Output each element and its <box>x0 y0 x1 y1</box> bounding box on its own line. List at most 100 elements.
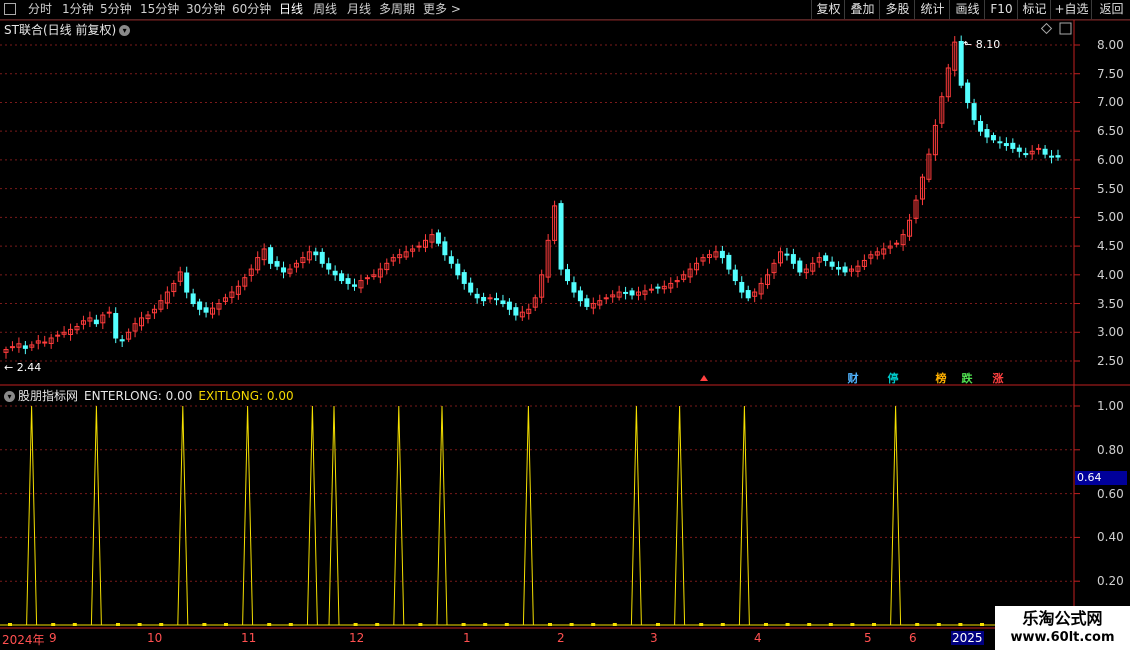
enterlong-spike <box>328 405 340 626</box>
candle-body <box>790 254 796 264</box>
date-label: 12 <box>349 631 365 645</box>
enterlong-spike <box>674 405 686 626</box>
candle-body <box>197 301 203 310</box>
indicator-tick-label: 0.60 <box>1097 486 1124 501</box>
candle-body <box>739 281 745 293</box>
date-label: 6 <box>909 631 917 645</box>
price-tick-label: 8.00 <box>1097 38 1124 52</box>
candle-body <box>1042 148 1048 155</box>
candle-body <box>106 311 112 314</box>
price-tick-label: 6.50 <box>1097 124 1124 139</box>
candle-body <box>978 121 984 132</box>
exitlong-value: EXITLONG: 0.00 <box>198 389 294 403</box>
watermark: 乐淘公式网 www.60lt.com <box>995 606 1130 650</box>
indicator-title: ▾ 股朋指标网 ENTERLONG: 0.00 EXITLONG: 0.00 <box>4 387 294 404</box>
candle-body <box>339 273 345 282</box>
candle-body <box>500 300 506 305</box>
indicator-tick-label: 0.80 <box>1097 442 1124 457</box>
candle-body <box>332 270 338 276</box>
enterlong-spike <box>26 405 38 626</box>
candle-body <box>119 339 125 342</box>
candle-body <box>1036 147 1042 150</box>
candle-body <box>513 307 519 316</box>
candle-body <box>448 256 454 264</box>
candle-body <box>584 298 590 307</box>
candle-body <box>468 282 474 293</box>
watermark-title: 乐淘公式网 <box>1022 609 1103 628</box>
enterlong-spike <box>890 405 902 626</box>
candle-body <box>629 290 635 296</box>
indicator-name: 股朋指标网 <box>18 389 79 403</box>
price-tick-label: 4.00 <box>1097 267 1124 282</box>
candle-body <box>797 260 803 273</box>
candle-body <box>313 251 319 256</box>
date-label: 10 <box>147 631 163 645</box>
candle-body <box>558 203 564 270</box>
indicator-tick-label: 0.40 <box>1097 530 1124 545</box>
event-marker[interactable]: 财 <box>846 370 860 386</box>
chart-canvas[interactable] <box>0 0 1130 650</box>
event-marker[interactable]: 榜 <box>934 370 948 386</box>
candle-body <box>55 334 61 337</box>
date-label: 9 <box>49 631 57 645</box>
candle-body <box>842 266 848 273</box>
chevron-down-icon[interactable]: ▾ <box>4 391 15 402</box>
candle-body <box>823 255 829 261</box>
event-marker[interactable]: 停 <box>886 370 900 386</box>
candle-body <box>894 242 900 245</box>
enterlong-spike <box>306 405 318 626</box>
price-tick-label: 6.00 <box>1097 152 1124 167</box>
price-tick-label: 7.00 <box>1097 95 1124 110</box>
indicator-tick-label: 0.20 <box>1097 574 1124 589</box>
candle-body <box>732 269 738 282</box>
up-arrow-icon <box>700 375 708 381</box>
candle-body <box>319 251 325 264</box>
date-label: 2 <box>557 631 565 645</box>
date-label: 2024年 <box>2 633 45 647</box>
candle-body <box>461 272 467 284</box>
price-tick-label: 3.00 <box>1097 325 1124 340</box>
candle-body <box>203 307 209 313</box>
candle-body <box>784 253 790 256</box>
candle-body <box>965 82 971 103</box>
event-marker[interactable]: 跌 <box>960 370 974 386</box>
event-marker[interactable]: 涨 <box>991 370 1005 386</box>
enterlong-spike <box>630 405 642 626</box>
candle-body <box>726 254 732 270</box>
candle-body <box>745 290 751 299</box>
candle-body <box>274 261 280 267</box>
candle-body <box>455 263 461 276</box>
candle-body <box>1049 155 1055 158</box>
low-price-label: ← 2.44 <box>4 361 42 374</box>
candle-body <box>990 135 996 141</box>
price-tick-label: 5.00 <box>1097 210 1124 225</box>
candle-body <box>494 298 500 301</box>
candle-body <box>506 301 512 310</box>
date-label: 11 <box>241 631 257 645</box>
price-tick-label: 3.50 <box>1097 296 1124 311</box>
price-tick-label: 4.50 <box>1097 239 1124 254</box>
candle-body <box>603 297 609 300</box>
candle-body <box>345 278 351 284</box>
price-tick-label: 2.50 <box>1097 354 1124 368</box>
candle-body <box>281 267 287 273</box>
panel-icon <box>1059 22 1072 35</box>
enterlong-spike <box>90 405 102 626</box>
enterlong-spike <box>436 405 448 626</box>
candle-body <box>719 250 725 259</box>
candle-body <box>474 293 480 299</box>
high-price-label: ⬑ 8.10 <box>963 38 1001 51</box>
price-tick-label: 7.50 <box>1097 66 1124 81</box>
enterlong-spike <box>393 405 405 626</box>
candle-body <box>435 232 441 244</box>
candle-body <box>184 272 190 293</box>
date-label: 1 <box>463 631 471 645</box>
date-label: 5 <box>864 631 872 645</box>
candle-body <box>442 241 448 256</box>
candle-body <box>113 313 119 339</box>
enterlong-value: ENTERLONG: 0.00 <box>84 389 193 403</box>
candle-body <box>1016 147 1022 152</box>
candle-body <box>655 286 661 289</box>
indicator-tick-label: 1.00 <box>1097 399 1124 413</box>
candle-body <box>268 247 274 264</box>
